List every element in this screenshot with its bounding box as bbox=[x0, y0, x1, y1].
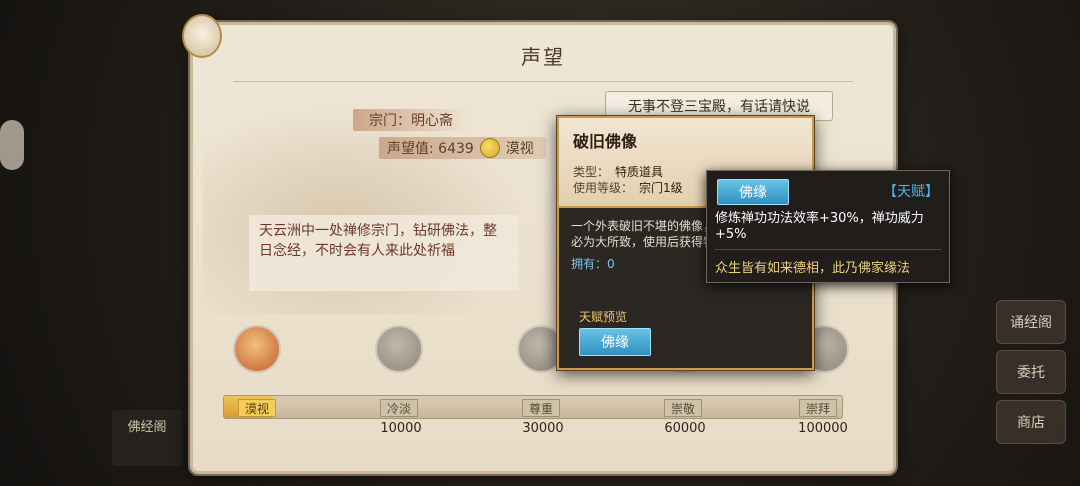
tooltip-divider bbox=[715, 249, 941, 250]
side-button-shop[interactable]: 商店 bbox=[996, 400, 1066, 444]
milestone-label: 漠视 bbox=[238, 399, 277, 417]
sect-emblem-icon[interactable] bbox=[182, 14, 222, 58]
left-character-silhouette bbox=[0, 120, 24, 170]
milestone-icon-indifferent[interactable] bbox=[233, 325, 281, 373]
item-type-value: 特质道具 bbox=[615, 165, 664, 179]
sect-description: 天云洲中一处禅修宗门，钻研佛法，整日念经，不时会有人来此处祈福 bbox=[249, 215, 519, 291]
milestone-value: 10000 bbox=[380, 421, 422, 436]
milestone-label: 崇拜 bbox=[799, 399, 838, 417]
talent-preview-label: 天赋预览 bbox=[579, 310, 628, 324]
face-emoji-icon bbox=[479, 138, 500, 158]
talent-button[interactable]: 佛缘 bbox=[579, 328, 651, 356]
talent-tooltip: 佛缘 【天赋】 修炼禅功功法效率+30%，禅功威力+5% 众生皆有如来德相，此乃… bbox=[706, 170, 950, 283]
milestone-label: 崇敬 bbox=[664, 399, 703, 417]
sect-label: 宗门：明心斋 bbox=[353, 109, 469, 131]
tooltip-effect: 修炼禅功功法效率+30%，禅功威力+5% bbox=[715, 211, 924, 242]
reputation-value: 声望值: 6439 漠视 bbox=[379, 137, 546, 159]
milestone-value: 30000 bbox=[522, 421, 564, 436]
tooltip-tag: 【天赋】 bbox=[883, 184, 939, 200]
milestone-label: 冷淡 bbox=[380, 399, 419, 417]
panel-title: 声望 bbox=[521, 45, 565, 69]
item-name: 破旧佛像 bbox=[573, 132, 638, 151]
tooltip-flavor: 众生皆有如来德相，此乃佛家缘法 bbox=[715, 261, 911, 276]
tooltip-talent-button[interactable]: 佛缘 bbox=[717, 179, 789, 205]
item-level-label: 使用等级： bbox=[573, 181, 634, 195]
reputation-status: 漠视 bbox=[505, 141, 534, 157]
reputation-label: 声望值: 6439 bbox=[387, 141, 474, 157]
milestone-value: 60000 bbox=[664, 421, 706, 436]
item-level-value: 宗门1级 bbox=[639, 181, 683, 195]
side-button-sutra-pavilion[interactable]: 诵经阁 bbox=[996, 300, 1066, 344]
milestone-value: 100000 bbox=[798, 421, 848, 436]
item-type-label: 类型： bbox=[573, 165, 610, 179]
item-meta: 类型： 特质道具 使用等级： 宗门1级 bbox=[573, 164, 683, 196]
milestone-icon-cold[interactable] bbox=[375, 325, 423, 373]
left-strip-label[interactable]: 佛经阁 bbox=[112, 410, 182, 466]
milestone-label: 尊重 bbox=[522, 399, 561, 417]
title-divider bbox=[233, 81, 853, 82]
side-button-commission[interactable]: 委托 bbox=[996, 350, 1066, 394]
